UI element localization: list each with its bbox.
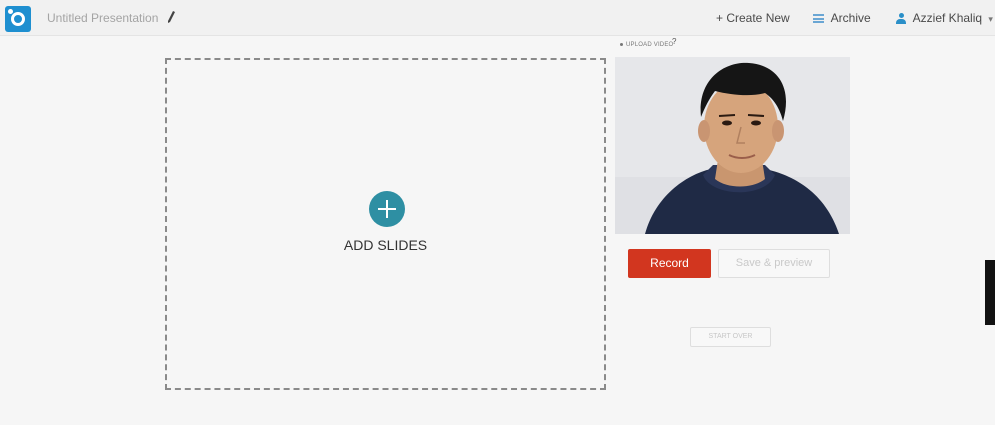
logo-dot bbox=[8, 9, 13, 14]
top-bar: Untitled Presentation + Create New Archi… bbox=[0, 0, 995, 36]
start-over-button[interactable]: START OVER bbox=[690, 327, 771, 347]
add-slides-label: ADD SLIDES bbox=[343, 237, 428, 253]
user-menu[interactable]: Azzief Khaliq ▾ bbox=[896, 11, 993, 25]
help-icon[interactable]: ? bbox=[672, 37, 676, 46]
add-slides-dropzone[interactable]: ADD SLIDES bbox=[165, 58, 606, 390]
upload-video-label: UPLOAD VIDEO bbox=[626, 42, 674, 48]
app-logo-icon[interactable] bbox=[5, 6, 31, 32]
save-preview-button[interactable]: Save & preview bbox=[718, 249, 830, 278]
webcam-image bbox=[615, 57, 850, 234]
archive-button[interactable]: Archive bbox=[813, 11, 871, 25]
chevron-down-icon: ▾ bbox=[988, 14, 993, 24]
edge-side-tab[interactable] bbox=[985, 260, 995, 325]
webcam-preview bbox=[615, 57, 850, 234]
pencil-icon[interactable] bbox=[166, 10, 176, 24]
archive-icon bbox=[813, 14, 824, 24]
app-page: Untitled Presentation + Create New Archi… bbox=[0, 0, 995, 425]
user-icon bbox=[896, 13, 906, 25]
create-new-label: + Create New bbox=[716, 11, 790, 25]
presentation-title[interactable]: Untitled Presentation bbox=[47, 11, 158, 25]
create-new-button[interactable]: + Create New bbox=[716, 11, 790, 25]
archive-label: Archive bbox=[830, 11, 871, 25]
add-slides-plus-icon[interactable] bbox=[369, 191, 405, 227]
user-name: Azzief Khaliq bbox=[912, 11, 983, 25]
record-button[interactable]: Record bbox=[628, 249, 711, 278]
logo-ring bbox=[11, 12, 25, 26]
bullet-icon bbox=[620, 42, 623, 46]
upload-video-link[interactable]: UPLOAD VIDEO bbox=[620, 42, 673, 48]
